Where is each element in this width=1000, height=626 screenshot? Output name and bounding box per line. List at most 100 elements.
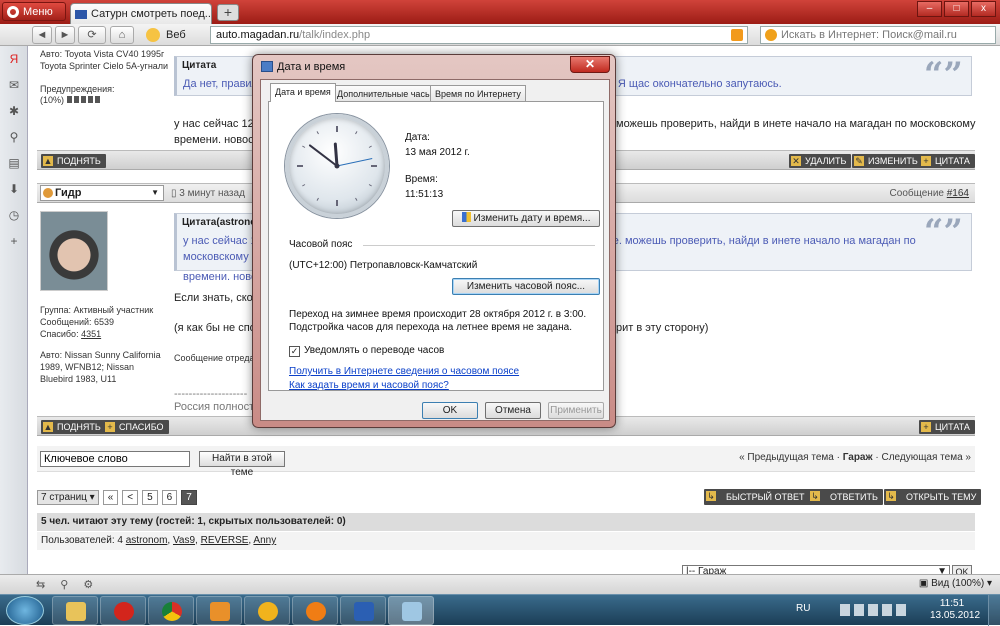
back-button[interactable]: ◄ (32, 26, 52, 44)
how-to-set-time-link[interactable]: Как задать время и часовой пояс? (289, 380, 449, 391)
current-forum[interactable]: Гараж (843, 452, 873, 463)
ok-button[interactable]: OK (422, 402, 478, 419)
warnings-value: (10%) (40, 94, 101, 106)
timezone-info-link[interactable]: Получить в Интернете сведения о часовом … (289, 366, 519, 377)
status-icons[interactable]: ⇆ ⚲ ⚙ (36, 578, 99, 591)
datetime-control-icon[interactable] (388, 596, 434, 625)
browser-tab[interactable]: Сатурн смотреть поед... x (70, 3, 212, 24)
dst-info-2: Подстройка часов для перехода на летнее … (289, 322, 572, 333)
search-topic-button[interactable]: Найти в этой теме (199, 451, 285, 478)
downloads-icon[interactable]: ⬇ (7, 182, 21, 196)
date-value: 13 мая 2012 г. (405, 147, 470, 158)
start-button[interactable] (6, 596, 44, 625)
new-tab-button[interactable]: + (217, 4, 239, 21)
apply-button[interactable]: Применить (548, 402, 604, 419)
media-player-icon[interactable] (196, 596, 242, 625)
home-button[interactable]: ⌂ (110, 26, 134, 44)
edit-icon: ✎ (854, 156, 864, 166)
tab-additional-clocks[interactable]: Дополнительные часы (332, 85, 437, 102)
mail-icon[interactable]: ✉ (7, 78, 21, 92)
prev-page-link[interactable]: < (122, 490, 139, 505)
timezone-value: (UTC+12:00) Петропавловск-Камчатский (289, 260, 478, 271)
reload-button[interactable]: ⟳ (78, 26, 106, 44)
next-topic-link[interactable]: Следующая тема » (881, 452, 971, 463)
word-icon[interactable] (340, 596, 386, 625)
current-page: 7 (181, 490, 197, 505)
message-number-link[interactable]: #164 (947, 188, 969, 199)
change-timezone-button[interactable]: Изменить часовой пояс... (452, 278, 600, 295)
explorer-icon[interactable] (52, 596, 98, 625)
quote-marks-icon: “” (923, 55, 963, 95)
clock-tick (368, 184, 372, 187)
post2-car: Авто: Nissan Sunny California 1989, WFNB… (40, 350, 161, 384)
chrome-icon[interactable] (148, 596, 194, 625)
quick-reply-button[interactable]: ↳ БЫСТРЫЙ ОТВЕТ (704, 489, 810, 505)
maximize-button[interactable]: □ (944, 1, 969, 17)
post2-text-b: (я как бы не спор (174, 322, 262, 334)
pagination: 7 страниц ▾ « < 5 6 7 (37, 490, 197, 505)
post2-up-button[interactable]: ▲ ПОДНЯТЬ (41, 420, 106, 434)
keyword-input[interactable] (40, 451, 190, 467)
thanks-button[interactable]: + СПАСИБО (103, 420, 169, 434)
forum-go-button[interactable]: OK (952, 565, 972, 574)
new-topic-button[interactable]: ↳ ОТКРЫТЬ ТЕМУ (884, 489, 982, 505)
post2-quote-button[interactable]: + ЦИТАТА (919, 420, 975, 434)
change-datetime-button[interactable]: Изменить дату и время... (452, 210, 600, 227)
search-input[interactable]: Искать в Интернет: Поиск@mail.ru (760, 26, 996, 44)
clock-tick (302, 145, 306, 148)
edit-button[interactable]: ✎ ИЗМЕНИТЬ (852, 154, 923, 168)
opera-icon[interactable] (100, 596, 146, 625)
yandex-icon[interactable]: Я (7, 52, 21, 66)
prev-topic-link[interactable]: « Предыдущая тема (739, 452, 834, 463)
opera-menu-button[interactable]: Меню (2, 2, 66, 21)
cancel-button[interactable]: Отмена (485, 402, 541, 419)
forward-button[interactable]: ► (55, 26, 75, 44)
history-icon[interactable]: ◷ (7, 208, 21, 222)
tab-internet-time[interactable]: Время по Интернету (430, 85, 526, 102)
pages-dropdown[interactable]: 7 страниц ▾ (37, 490, 99, 505)
plus-icon: + (921, 422, 931, 432)
forum-select[interactable]: |-- Гараж ▼ (682, 565, 950, 574)
mail-agent-icon[interactable] (292, 596, 338, 625)
settings-icon[interactable]: ✱ (7, 104, 21, 118)
post2-text-a: Если знать, скол (174, 292, 259, 304)
url-input[interactable]: auto.magadan.ru/talk/index.php (210, 26, 748, 44)
tab-datetime[interactable]: Дата и время (270, 83, 336, 102)
notify-checkbox[interactable]: ✓ (289, 346, 300, 357)
clock-center (334, 163, 340, 169)
share-icon[interactable]: ⚲ (7, 130, 21, 144)
reply-button[interactable]: ↳ ОТВЕТИТЬ (808, 489, 883, 505)
author-button[interactable]: Гидр ▼ (40, 185, 164, 201)
show-desktop-button[interactable] (988, 595, 1000, 626)
notify-label: Уведомлять о переводе часов (304, 345, 445, 356)
delete-button[interactable]: ✕ УДАЛИТЬ (789, 154, 852, 168)
page-link[interactable]: 6 (161, 490, 178, 505)
user-icon (43, 188, 53, 198)
user-link[interactable]: astronom (126, 535, 168, 546)
minimize-button[interactable]: – (917, 1, 942, 17)
tray-clock[interactable]: 11:51 13.05.2012 (930, 598, 980, 622)
close-window-button[interactable]: x (971, 1, 996, 17)
post1-quote-button[interactable]: + ЦИТАТА (919, 154, 975, 168)
clock-tick (355, 197, 358, 201)
user-link[interactable]: Vas9 (173, 535, 195, 546)
language-indicator[interactable]: RU (796, 603, 810, 614)
web-icon (146, 28, 160, 42)
zoom-icon: ▣ (918, 578, 929, 589)
dialog-close-button[interactable]: ✕ (570, 56, 610, 73)
page-link[interactable]: 5 (142, 490, 158, 505)
post1-up-button[interactable]: ▲ ПОДНЯТЬ (41, 154, 106, 168)
aimp-icon[interactable] (244, 596, 290, 625)
add-panel-icon[interactable]: + (7, 234, 21, 248)
rss-icon[interactable] (731, 29, 743, 41)
notes-icon[interactable]: ▤ (7, 156, 21, 170)
tray-icons[interactable] (840, 604, 910, 616)
zoom-control[interactable]: ▣ Вид (100%) ▾ (919, 578, 992, 589)
search-row: Найти в этой теме « Предыдущая тема · Га… (37, 446, 975, 478)
address-toolbar: ◄ ► ⟳ ⌂ Веб auto.magadan.ru/talk/index.p… (0, 24, 1000, 46)
user-link[interactable]: Anny (253, 535, 276, 546)
first-page-link[interactable]: « (102, 490, 119, 505)
user-link[interactable]: REVERSE (201, 535, 249, 546)
post2-text-b-tail: рит в эту сторону) (616, 322, 709, 334)
second-hand (336, 158, 373, 167)
